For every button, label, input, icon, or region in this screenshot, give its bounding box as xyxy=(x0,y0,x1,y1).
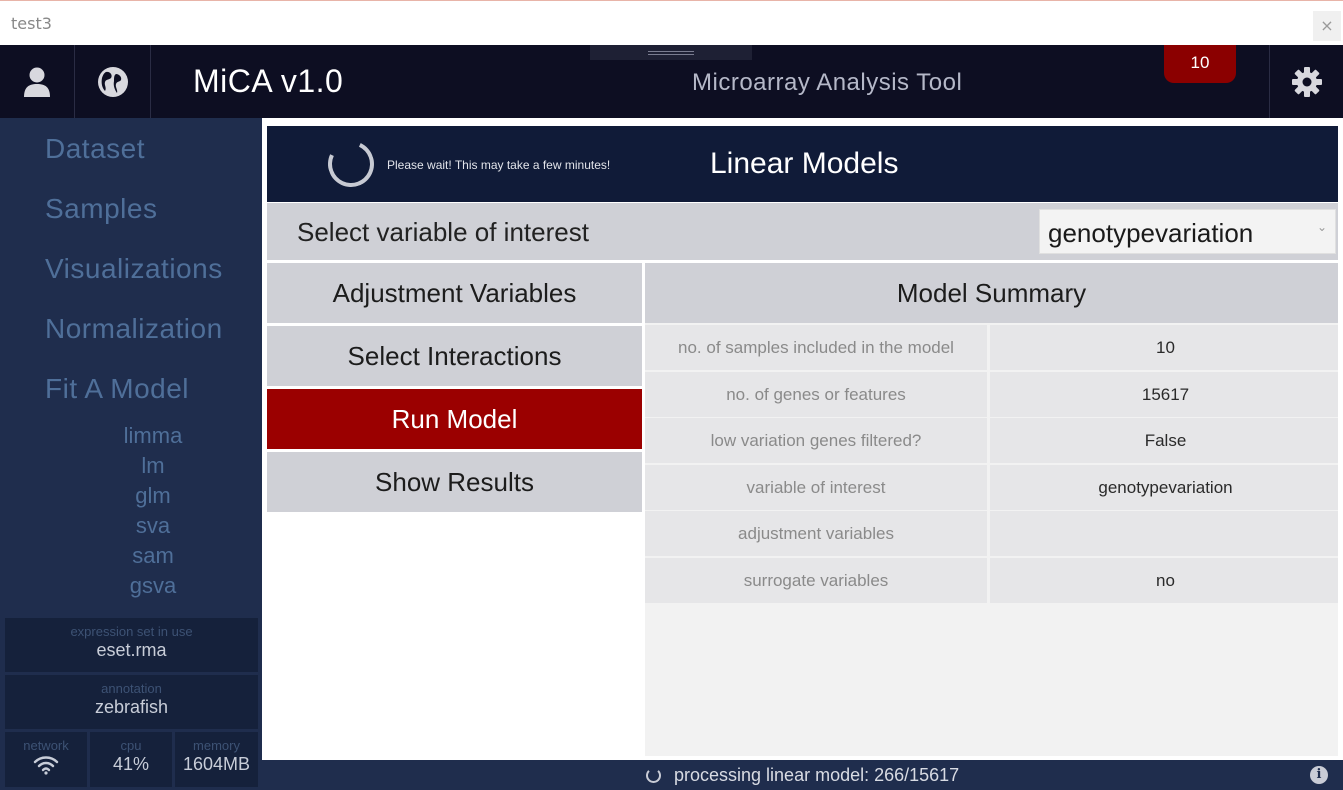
variable-of-interest-value: genotypevariation xyxy=(1048,218,1254,248)
nav-samples[interactable]: Samples xyxy=(45,193,157,225)
loading-spinner-icon xyxy=(321,134,381,194)
status-text: processing linear model: 266/15617 xyxy=(674,765,960,785)
summary-key: no. of genes or features xyxy=(645,372,990,417)
main-panel: Please wait! This may take a few minutes… xyxy=(262,118,1343,760)
variable-of-interest-row: Select variable of interest genotypevari… xyxy=(267,203,1338,260)
summary-row: surrogate variables no xyxy=(645,558,1338,603)
summary-value: genotypevariation xyxy=(1098,478,1233,497)
close-icon[interactable]: × xyxy=(1313,11,1341,41)
globe-button[interactable] xyxy=(76,45,151,118)
expression-set-panel: expression set in use eset.rma xyxy=(5,618,258,672)
summary-value: False xyxy=(1144,431,1187,450)
sidebar: Dataset Samples Visualizations Normaliza… xyxy=(0,118,262,790)
summary-value: 10 xyxy=(1156,338,1175,357)
summary-row: low variation genes filtered? False xyxy=(645,418,1338,463)
annotation-label: annotation xyxy=(101,681,162,696)
summary-row: no. of samples included in the model 10 xyxy=(645,325,1338,370)
nav-normalization[interactable]: Normalization xyxy=(45,313,223,345)
annotation-value: zebrafish xyxy=(94,697,169,717)
expression-set-value: eset.rma xyxy=(96,640,167,660)
panel-header: Please wait! This may take a few minutes… xyxy=(267,126,1338,202)
user-icon xyxy=(24,67,50,97)
subnav-sam[interactable]: sam xyxy=(0,543,306,569)
app-subtitle: Microarray Analysis Tool xyxy=(692,69,963,96)
network-label: network xyxy=(23,738,69,753)
summary-row: adjustment variables xyxy=(645,511,1338,556)
summary-row: no. of genes or features 15617 xyxy=(645,372,1338,417)
memory-label: memory xyxy=(193,738,240,753)
summary-value: no xyxy=(1156,571,1175,590)
chevron-down-icon: ⌄ xyxy=(1316,220,1327,234)
gear-icon xyxy=(1291,66,1322,97)
subnav-limma[interactable]: limma xyxy=(0,423,306,449)
summary-key: low variation genes filtered? xyxy=(645,418,990,463)
nav-fit-a-model[interactable]: Fit A Model xyxy=(45,373,189,405)
subnav-gsva[interactable]: gsva xyxy=(0,573,306,599)
cpu-label: cpu xyxy=(120,738,142,753)
subnav-sva[interactable]: sva xyxy=(0,513,306,539)
expression-set-label: expression set in use xyxy=(70,624,193,639)
summary-value xyxy=(993,511,1338,556)
summary-value: 15617 xyxy=(1141,385,1190,404)
window-title: test3 xyxy=(11,14,52,33)
nav-visualizations[interactable]: Visualizations xyxy=(45,253,223,285)
network-panel: network xyxy=(5,732,87,787)
adjustment-variables-button[interactable]: Adjustment Variables xyxy=(267,263,642,323)
user-button[interactable] xyxy=(0,45,75,118)
annotation-panel: annotation zebrafish xyxy=(5,675,258,729)
summary-key: no. of samples included in the model xyxy=(645,325,990,370)
memory-panel: memory 1604MB xyxy=(175,732,258,787)
settings-button[interactable] xyxy=(1269,45,1343,118)
select-interactions-button[interactable]: Select Interactions xyxy=(267,326,642,386)
nav-dataset[interactable]: Dataset xyxy=(45,133,145,165)
cpu-panel: cpu 41% xyxy=(90,732,172,787)
summary-row: variable of interest genotypevariation xyxy=(645,465,1338,510)
app-brand: MiCA v1.0 xyxy=(193,63,344,99)
drag-handle[interactable] xyxy=(590,45,752,60)
subnav-lm[interactable]: lm xyxy=(0,453,306,479)
wifi-icon xyxy=(33,756,59,775)
globe-icon xyxy=(98,66,128,97)
summary-key: variable of interest xyxy=(645,465,990,510)
run-model-button[interactable]: Run Model xyxy=(267,389,642,449)
model-summary-title: Model Summary xyxy=(645,263,1338,323)
app-header: MiCA v1.0 Microarray Analysis Tool 10 xyxy=(0,45,1343,118)
subnav-glm[interactable]: glm xyxy=(0,483,306,509)
cpu-value: 41% xyxy=(112,754,150,774)
variable-of-interest-select[interactable]: genotypevariation ⌄ xyxy=(1039,209,1336,254)
summary-key: adjustment variables xyxy=(645,511,990,556)
model-summary: Model Summary no. of samples included in… xyxy=(645,263,1338,756)
show-results-button[interactable]: Show Results xyxy=(267,452,642,512)
status-bar: processing linear model: 266/15617 i xyxy=(262,760,1343,790)
wait-message: Please wait! This may take a few minutes… xyxy=(387,158,611,172)
variable-of-interest-label: Select variable of interest xyxy=(297,217,589,247)
memory-value: 1604MB xyxy=(182,754,251,774)
panel-title: Linear Models xyxy=(710,147,899,180)
window-titlebar: test3 × xyxy=(0,0,1343,45)
info-icon[interactable]: i xyxy=(1310,766,1328,784)
summary-key: surrogate variables xyxy=(645,558,990,603)
notification-badge[interactable]: 10 xyxy=(1164,45,1236,83)
status-spinner-icon xyxy=(646,768,661,783)
